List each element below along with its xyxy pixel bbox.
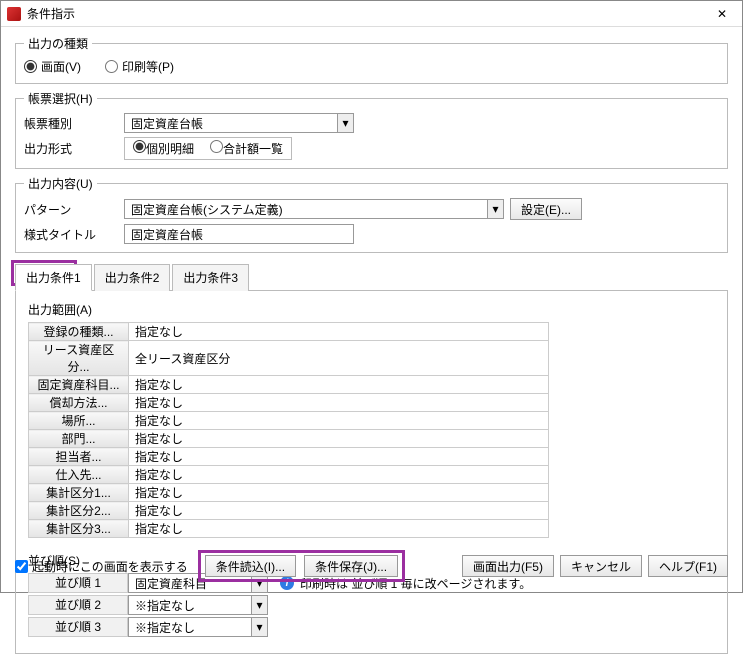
highlight-marker: 条件読込(I)... 条件保存(J)... [198,550,405,582]
range-key-button[interactable]: 償却方法... [29,394,129,412]
range-key-button[interactable]: 集計区分2... [29,502,129,520]
range-value: 指定なし [129,484,549,502]
range-value: 指定なし [129,412,549,430]
range-legend: 出力範囲(A) [28,301,715,318]
tab-bar: 出力条件1 出力条件2 出力条件3 [15,263,728,291]
range-key-button[interactable]: 登録の種類... [29,323,129,341]
style-title-label: 様式タイトル [24,226,124,243]
report-kind-label: 帳票種別 [24,115,124,132]
radio-detail[interactable]: 個別明細 [133,140,194,157]
radio-summary[interactable]: 合計額一覧 [210,140,283,157]
range-value: 指定なし [129,394,549,412]
pattern-label: パターン [24,201,124,218]
footer: 起動時にこの画面を表示する 条件読込(I)... 条件保存(J)... 画面出力… [1,550,742,582]
save-conditions-button[interactable]: 条件保存(J)... [304,555,398,577]
titlebar: 条件指示 ✕ [1,1,742,27]
sort-combo[interactable]: ※指定なし▾ [128,595,268,615]
range-key-button[interactable]: 仕入先... [29,466,129,484]
window-title: 条件指示 [27,5,75,22]
range-table: 登録の種類...指定なしリース資産区分...全リース資産区分固定資産科目...指… [28,322,549,538]
sort-combo[interactable]: ※指定なし▾ [128,617,268,637]
radio-print[interactable]: 印刷等(P) [105,58,174,75]
range-key-button[interactable]: 場所... [29,412,129,430]
startup-checkbox[interactable]: 起動時にこの画面を表示する [15,558,188,575]
radio-screen[interactable]: 画面(V) [24,58,81,75]
settings-button[interactable]: 設定(E)... [510,198,582,220]
sort-label: 並び順 3 [28,617,128,637]
range-key-button[interactable]: 担当者... [29,448,129,466]
report-select-group: 帳票選択(H) 帳票種別 固定資産台帳▾ 出力形式 個別明細 合計額一覧 [15,90,728,169]
close-button[interactable]: ✕ [708,4,736,24]
tab-condition-3[interactable]: 出力条件3 [172,264,249,291]
load-conditions-button[interactable]: 条件読込(I)... [205,555,296,577]
range-value: 指定なし [129,430,549,448]
report-kind-combo[interactable]: 固定資産台帳▾ [124,113,354,133]
tab-condition-1[interactable]: 出力条件1 [15,264,92,291]
range-key-button[interactable]: 集計区分1... [29,484,129,502]
report-select-legend: 帳票選択(H) [24,90,97,107]
pattern-combo[interactable]: 固定資産台帳(システム定義)▾ [124,199,504,219]
range-value: 指定なし [129,376,549,394]
tab-pane: 出力範囲(A) 登録の種類...指定なしリース資産区分...全リース資産区分固定… [15,291,728,654]
sort-label: 並び順 2 [28,595,128,615]
range-key-button[interactable]: 集計区分3... [29,520,129,538]
chevron-down-icon: ▾ [337,114,353,132]
screen-output-button[interactable]: 画面出力(F5) [462,555,554,577]
range-value: 指定なし [129,502,549,520]
output-content-group: 出力内容(U) パターン 固定資産台帳(システム定義)▾ 設定(E)... 様式… [15,175,728,253]
output-format-label: 出力形式 [24,140,124,157]
range-value: 全リース資産区分 [129,341,549,376]
app-icon [7,7,21,21]
range-value: 指定なし [129,448,549,466]
style-title-field[interactable]: 固定資産台帳 [124,224,354,244]
range-key-button[interactable]: リース資産区分... [29,341,129,376]
range-value: 指定なし [129,520,549,538]
chevron-down-icon: ▾ [487,200,503,218]
range-key-button[interactable]: 固定資産科目... [29,376,129,394]
output-type-group: 出力の種類 画面(V) 印刷等(P) [15,35,728,84]
help-button[interactable]: ヘルプ(F1) [648,555,728,577]
cancel-button[interactable]: キャンセル [560,555,642,577]
output-type-legend: 出力の種類 [24,35,92,52]
range-value: 指定なし [129,323,549,341]
range-key-button[interactable]: 部門... [29,430,129,448]
range-value: 指定なし [129,466,549,484]
tab-condition-2[interactable]: 出力条件2 [94,264,171,291]
chevron-down-icon: ▾ [251,618,267,636]
chevron-down-icon: ▾ [251,596,267,614]
output-content-legend: 出力内容(U) [24,175,97,192]
